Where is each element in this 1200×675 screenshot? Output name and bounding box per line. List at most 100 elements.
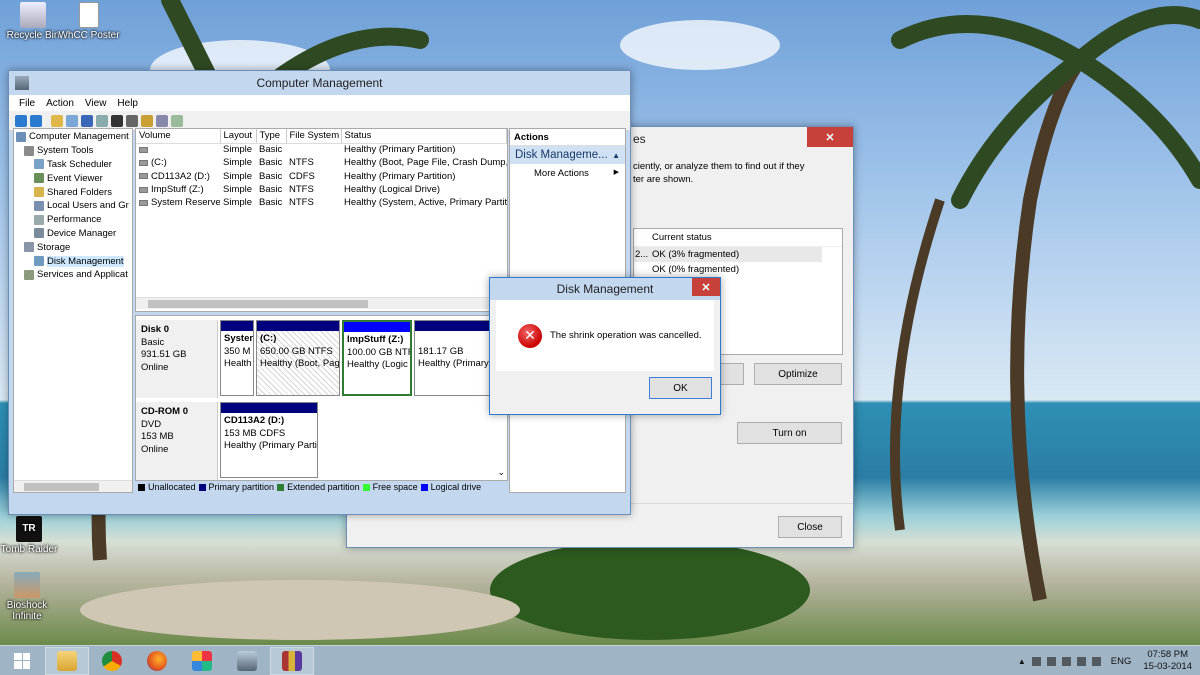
table-row[interactable]: Simple Basic Healthy (Primary Partition)	[136, 143, 507, 156]
taskbar-firefox[interactable]	[135, 647, 179, 675]
ok-button[interactable]: OK	[649, 377, 712, 399]
clock-icon	[34, 159, 44, 170]
folder-icon	[34, 187, 44, 198]
tray-app-icon[interactable]	[1031, 656, 1041, 666]
taskbar-file-explorer[interactable]	[45, 646, 89, 675]
partition-impstuff-z[interactable]: ImpStuff (Z:) 100.00 GB NTF Healthy (Logic	[342, 320, 412, 396]
partition-system-reserved[interactable]: Syster 350 M Health	[220, 320, 254, 396]
column-header-status[interactable]: Status	[341, 129, 507, 144]
partition-status: Healthy (Logic	[347, 359, 408, 370]
table-row[interactable]: (C:) Simple Basic NTFS Healthy (Boot, Page F…	[136, 156, 507, 169]
drive-row[interactable]: 2... OK (3% fragmented)	[634, 247, 822, 262]
table-row[interactable]: CD113A2 (D:) Simple Basic CDFS Healthy (Prim…	[136, 170, 507, 183]
show-hide-tree-icon[interactable]	[66, 114, 78, 127]
drive-row[interactable]: OK (0% fragmented)	[634, 262, 842, 277]
optimize-window-title: es	[633, 132, 646, 146]
tree-item-label: Computer Management	[29, 131, 129, 143]
tree-item[interactable]: Shared Folders	[14, 185, 132, 199]
cm-titlebar: Computer Management	[9, 71, 630, 95]
taskbar-store[interactable]	[180, 647, 224, 675]
menu-action[interactable]: Action	[46, 98, 74, 109]
cell-status: Healthy (System, Active, Primary Partiti…	[344, 197, 507, 209]
back-icon[interactable]	[15, 114, 27, 127]
dialog-close-icon[interactable]: ✕	[692, 278, 720, 296]
input-language[interactable]: ENG	[1111, 656, 1132, 667]
show-hidden-icons-icon[interactable]: ▲	[1018, 657, 1026, 666]
column-header-type[interactable]: Type	[256, 129, 287, 144]
help-icon[interactable]	[81, 114, 93, 127]
optimize-button[interactable]: Optimize	[754, 363, 842, 385]
tree-item[interactable]: Device Manager	[14, 227, 132, 241]
cell-volume: ImpStuff (Z:)	[136, 183, 220, 196]
tree-item[interactable]: Performance	[14, 213, 132, 227]
desktop-icon-bioshock[interactable]: Bioshock Infinite	[0, 572, 58, 622]
submenu-arrow-icon: ▶	[613, 169, 619, 176]
close-button[interactable]: Close	[778, 516, 842, 538]
tree-item[interactable]: Local Users and Gr	[14, 199, 132, 213]
menu-view[interactable]: View	[85, 98, 107, 109]
open-folder-icon[interactable]	[141, 114, 153, 127]
tree-item[interactable]: Disk Management	[14, 254, 132, 268]
partition-181-gb[interactable]: 181.17 GB Healthy (Primary	[414, 320, 498, 396]
disk-0-label[interactable]: Disk 0 Basic 931.51 GB Online	[136, 320, 218, 398]
device-manager-icon	[34, 228, 44, 239]
disk-graphical-pane: Disk 0 Basic 931.51 GB Online Syster 350 …	[135, 315, 508, 481]
cell-fs: CDFS	[289, 170, 315, 182]
cell-fs: NTFS	[289, 184, 314, 196]
up-folder-icon[interactable]	[51, 114, 63, 127]
tree-item-label: Device Manager	[47, 227, 117, 239]
clock[interactable]: 07:58 PM 15-03-2014	[1143, 649, 1192, 673]
table-row[interactable]: System Reserved Simple Basic NTFS Healthy (S…	[136, 196, 507, 209]
search-icon[interactable]	[156, 114, 168, 127]
volume-horizontal-scrollbar[interactable]	[136, 297, 507, 309]
event-viewer-icon	[34, 173, 44, 184]
legend-label: Extended partition	[287, 482, 360, 492]
desktop-icon-label: Tomb Raider	[0, 544, 58, 555]
more-tools-icon[interactable]	[171, 114, 183, 127]
forward-icon[interactable]	[30, 114, 42, 127]
action-center-icon[interactable]	[1061, 656, 1071, 666]
partition-c[interactable]: (C:) 650.00 GB NTFS Healthy (Boot, Pag	[256, 320, 340, 396]
disk-name: CD-ROM 0	[141, 406, 188, 417]
desktop-icon-tomb-raider[interactable]: TR Tomb Raider	[0, 516, 62, 555]
scroll-down-icon[interactable]: ⌄	[497, 467, 505, 478]
taskbar-start[interactable]	[0, 647, 44, 675]
tree-item[interactable]: Storage	[14, 240, 132, 254]
tree-horizontal-scrollbar[interactable]	[14, 480, 132, 492]
column-header-file-system[interactable]: File System	[286, 129, 342, 144]
menu-help[interactable]: Help	[117, 98, 138, 109]
delete-icon[interactable]	[111, 114, 123, 127]
taskbar-chrome[interactable]	[90, 647, 134, 675]
clock-date: 15-03-2014	[1143, 661, 1192, 672]
taskbar-winrar[interactable]	[270, 646, 314, 675]
cell-volume: (C:)	[136, 156, 220, 169]
more-actions-item[interactable]: More Actions ▶	[510, 164, 625, 179]
actions-section-disk-management[interactable]: Disk Manageme... ▲	[510, 146, 625, 164]
power-icon[interactable]	[1046, 656, 1056, 666]
column-header-volume[interactable]: Volume	[136, 129, 221, 144]
taskbar-computer-management[interactable]	[225, 647, 269, 675]
desktop-icon-whcc-poster[interactable]: WhCC Poster	[56, 2, 122, 41]
partition-cd113a2-d[interactable]: CD113A2 (D:) 153 MB CDFS Healthy (Primary …	[220, 402, 318, 478]
volume-icon[interactable]	[1091, 656, 1101, 666]
tree-item[interactable]: Services and Applicat	[14, 268, 132, 282]
turn-on-button[interactable]: Turn on	[737, 422, 842, 444]
column-header-layout[interactable]: Layout	[220, 129, 257, 144]
tree-item[interactable]: System Tools	[14, 144, 132, 158]
check-icon[interactable]	[126, 114, 138, 127]
optimize-close-icon[interactable]: ✕	[807, 127, 853, 147]
table-row[interactable]: ImpStuff (Z:) Simple Basic NTFS Healthy (Log…	[136, 183, 507, 196]
menu-file[interactable]: File	[19, 98, 35, 109]
properties-icon[interactable]	[96, 114, 108, 127]
legend-label: Logical drive	[430, 482, 482, 492]
dialog-body: ✕ The shrink operation was cancelled.	[496, 300, 714, 371]
cdrom-0-label[interactable]: CD-ROM 0 DVD 153 MB Online	[136, 402, 218, 480]
tree-item[interactable]: Task Scheduler	[14, 158, 132, 172]
tree-item[interactable]: Event Viewer	[14, 171, 132, 185]
tree-item-label: Task Scheduler	[47, 158, 112, 170]
tree-item[interactable]: Computer Management	[14, 130, 132, 144]
network-icon[interactable]	[1076, 656, 1086, 666]
error-icon: ✕	[518, 323, 542, 348]
disk-name: Disk 0	[141, 324, 169, 335]
cell-type: Basic	[259, 197, 283, 209]
